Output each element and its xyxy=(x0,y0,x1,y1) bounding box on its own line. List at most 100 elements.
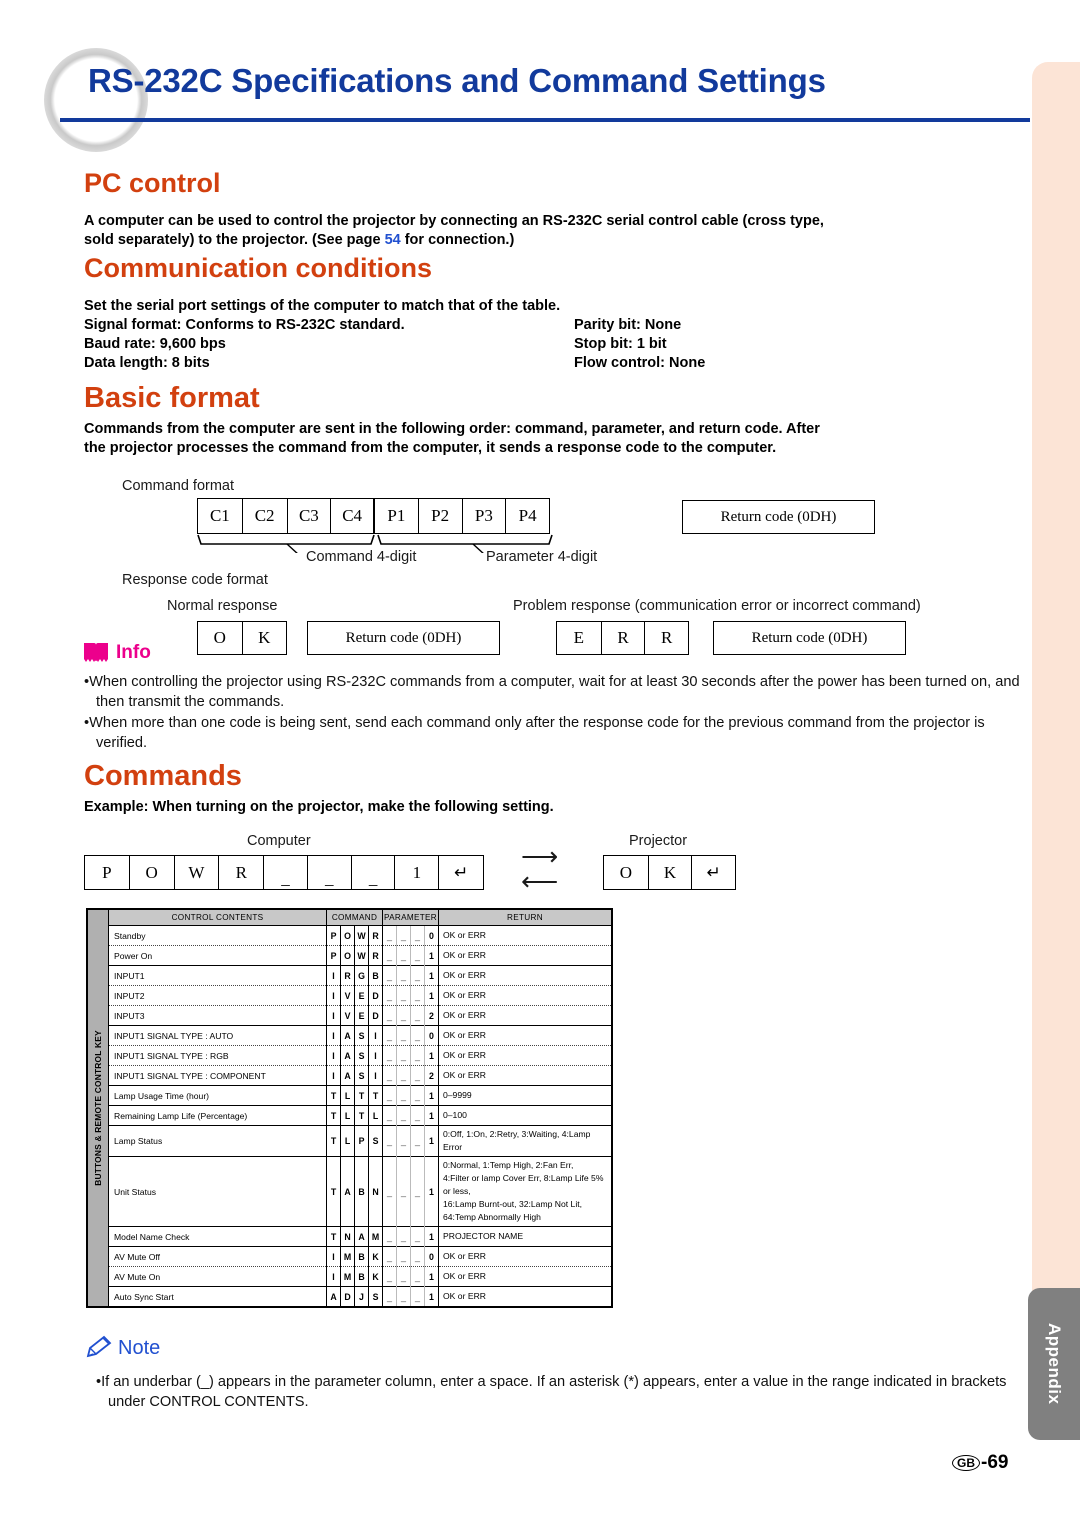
table-row: Auto Sync Start A D J S _ _ _ 1 OK or ERR xyxy=(109,1286,611,1306)
cell-parameter-char: _ xyxy=(382,1266,397,1287)
cell-parameter-value: 0 xyxy=(424,1246,439,1267)
cell-parameter-char: _ xyxy=(382,985,397,1006)
cell-command-char: B xyxy=(354,1156,369,1227)
cell-parameter-value: 1 xyxy=(424,945,439,966)
cell-control-contents: Standby xyxy=(109,925,327,946)
cell-parameter-char: _ xyxy=(396,1105,411,1126)
cell-return: PROJECTOR NAME xyxy=(438,1226,611,1247)
cell-command-char: A xyxy=(354,1226,369,1247)
cell-parameter-char: _ xyxy=(410,1266,425,1287)
cell-command-char: R xyxy=(340,965,355,986)
return-code-box-normal: Return code (0DH) xyxy=(307,621,500,655)
note-bullet: •If an underbar (_) appears in the param… xyxy=(96,1374,1007,1410)
cell-one: 1 xyxy=(395,856,440,889)
info-bullet-text: When more than one code is being sent, s… xyxy=(89,715,985,751)
cell-parameter-char: _ xyxy=(410,1246,425,1267)
cell-command-char: E xyxy=(354,1005,369,1026)
return-line: OK or ERR xyxy=(443,1050,486,1060)
comm-row-left: Data length: 8 bits xyxy=(84,355,210,371)
cell-control-contents: INPUT1 SIGNAL TYPE : AUTO xyxy=(109,1025,327,1046)
note-label: Note xyxy=(118,1336,161,1359)
cell-command-char: P xyxy=(326,945,341,966)
pc-control-line2-a: sold separately) to the projector. (See … xyxy=(84,232,385,248)
comm-intro-row: Set the serial port settings of the comp… xyxy=(84,297,964,316)
table-row: AV Mute On I M B K _ _ _ 1 OK or ERR xyxy=(109,1266,611,1287)
cell-parameter-char: _ xyxy=(410,1045,425,1066)
cell-command-char: S xyxy=(368,1125,383,1157)
cell-command-char: I xyxy=(326,1246,341,1267)
page-number: GB -69 xyxy=(952,1452,1008,1474)
title-underline xyxy=(60,118,1030,122)
basic-format-line1: Commands from the computer are sent in t… xyxy=(84,421,820,437)
cell-control-contents: INPUT1 SIGNAL TYPE : RGB xyxy=(109,1045,327,1066)
cell-return: OK or ERR xyxy=(438,945,611,966)
cell-command-char: K xyxy=(368,1266,383,1287)
cell-parameter-char: _ xyxy=(410,1105,425,1126)
cell-parameter-char: _ xyxy=(382,945,397,966)
cell-parameter-char: _ xyxy=(396,945,411,966)
cell-return: OK or ERR xyxy=(438,1286,611,1306)
computer-command-cells: P O W R _ _ _ 1 ↵ xyxy=(84,855,484,890)
heading-pc-control: PC control xyxy=(84,168,221,198)
open-book-icon xyxy=(84,643,108,662)
comm-row-right: Stop bit: 1 bit xyxy=(574,336,667,352)
comm-row-right: Flow control: None xyxy=(574,355,706,371)
cell-command-char: W xyxy=(354,945,369,966)
info-bullets: •When controlling the projector using RS… xyxy=(84,672,1029,753)
cell-command-char: J xyxy=(354,1286,369,1306)
page-reference-link[interactable]: 54 xyxy=(385,232,401,248)
return-line: OK or ERR xyxy=(443,1251,486,1261)
cell-parameter-char: _ xyxy=(396,1226,411,1247)
cell-command-char: O xyxy=(340,925,355,946)
return-line: OK or ERR xyxy=(443,950,486,960)
cell-return: OK or ERR xyxy=(438,925,611,946)
return-line: OK or ERR xyxy=(443,970,486,980)
cell-command-char: M xyxy=(368,1226,383,1247)
return-line: 16:Lamp Burnt-out, 32:Lamp Not Lit, xyxy=(443,1199,583,1209)
cell-command-char: I xyxy=(326,1065,341,1086)
cell-command-char: I xyxy=(326,1266,341,1287)
cell-command-char: I xyxy=(326,1025,341,1046)
pc-control-line2: sold separately) to the projector. (See … xyxy=(84,231,1014,250)
cell-command-char: M xyxy=(340,1266,355,1287)
cell-parameter-char: _ xyxy=(396,1085,411,1106)
cell-return: 0:Off, 1:On, 2:Retry, 3:Waiting, 4:Lamp … xyxy=(438,1125,611,1157)
cell-return: OK or ERR xyxy=(438,965,611,986)
table-row: Model Name Check T N A M _ _ _ 1 PROJECTOR NAME xyxy=(109,1226,611,1247)
appendix-tab[interactable]: Appendix xyxy=(1028,1288,1080,1440)
cell-parameter-value: 1 xyxy=(424,985,439,1006)
info-bullet: •When controlling the projector using RS… xyxy=(84,674,1020,710)
cell-command-char: N xyxy=(368,1156,383,1227)
return-line: OK or ERR xyxy=(443,930,486,940)
cell-return: OK or ERR xyxy=(438,1005,611,1026)
return-line: 64:Temp Abnormally High xyxy=(443,1212,541,1222)
cell-control-contents: Auto Sync Start xyxy=(109,1286,327,1306)
pencil-icon xyxy=(86,1335,112,1358)
problem-response-cells: E R R xyxy=(556,621,689,655)
commands-example-line: Example: When turning on the projector, … xyxy=(84,799,554,815)
table-row: Lamp Usage Time (hour) T L T T _ _ _ 1 0–9999 xyxy=(109,1085,611,1106)
cell-command-char: T xyxy=(326,1125,341,1157)
cell-parameter-char: _ xyxy=(396,1156,411,1227)
cell-parameter-char: _ xyxy=(410,1125,425,1157)
pc-control-line1: A computer can be used to control the pr… xyxy=(84,213,824,229)
cell-control-contents: Lamp Status xyxy=(109,1125,327,1157)
cell-return: 0:Normal, 1:Temp High, 2:Fan Err, 4:Filte… xyxy=(438,1156,611,1227)
cell-parameter-char: _ xyxy=(382,1045,397,1066)
cell-control-contents: INPUT3 xyxy=(109,1005,327,1026)
cell-e: E xyxy=(557,622,602,654)
cell-parameter-char: _ xyxy=(382,925,397,946)
cell-parameter-value: 1 xyxy=(424,1286,439,1306)
cell-control-contents: Unit Status xyxy=(109,1156,327,1227)
cell-p: P xyxy=(85,856,130,889)
table-row: Power On P O W R _ _ _ 1 OK or ERR xyxy=(109,945,611,966)
return-line: OK or ERR xyxy=(443,1291,486,1301)
normal-response-label: Normal response xyxy=(167,598,278,614)
pc-control-body: A computer can be used to control the pr… xyxy=(84,212,1014,250)
cell-parameter-char: _ xyxy=(410,1025,425,1046)
basic-format-body: Commands from the computer are sent in t… xyxy=(84,420,1024,458)
comm-row: Signal format: Conforms to RS-232C stand… xyxy=(84,316,964,335)
cell-command-char: B xyxy=(368,965,383,986)
cell-command-char: A xyxy=(340,1025,355,1046)
basic-format-line2: the projector processes the command from… xyxy=(84,440,777,456)
